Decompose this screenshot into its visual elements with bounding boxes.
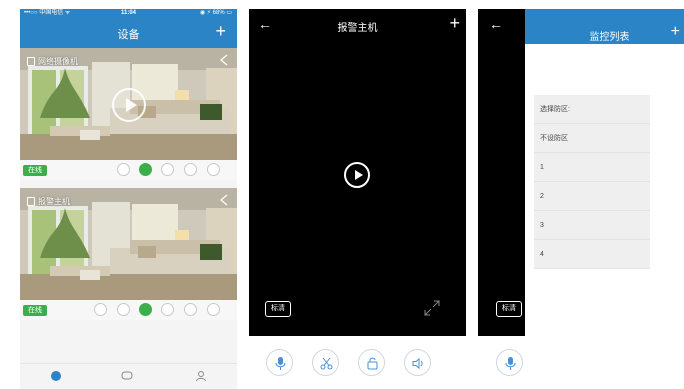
camera-name-text: 报警主机 [38, 197, 70, 206]
quality-toggle[interactable]: 标清 [496, 301, 522, 317]
more-icon[interactable] [207, 303, 220, 316]
microphone-button[interactable] [496, 349, 523, 376]
speaker-button[interactable] [404, 349, 431, 376]
microphone-button[interactable] [266, 349, 293, 376]
battery-status: ◉ ⚡ 68% ▭ [199, 10, 232, 16]
zone-list-header: 选择防区: [534, 95, 650, 124]
more-icon[interactable] [207, 163, 220, 176]
snapshot-button[interactable] [312, 349, 339, 376]
unlock-icon[interactable] [139, 303, 152, 316]
alarm-icon[interactable] [94, 303, 107, 316]
record-icon[interactable] [184, 303, 197, 316]
zone-item[interactable]: 不设防区 [534, 124, 650, 153]
profile-icon[interactable] [195, 370, 207, 382]
unlock-icon[interactable] [139, 163, 152, 176]
control-bar [249, 336, 466, 389]
video-preview-strip: ← 标清 [478, 9, 525, 336]
zone-item[interactable]: 2 [534, 182, 650, 211]
status-bar: •••○○ 中国电信 ᯤ 11:04 ◉ ⚡ 68% ▭ [20, 9, 237, 18]
alarm-host-live-screen: ← 报警主机 + 标清 [249, 9, 466, 389]
unlock-icon [367, 357, 378, 370]
zone-list: 选择防区: 不设防区 1 2 3 4 [534, 95, 650, 269]
mail-icon[interactable] [161, 303, 174, 316]
home-icon[interactable] [50, 370, 62, 382]
play-icon[interactable] [344, 162, 370, 188]
lock-icon[interactable] [117, 163, 130, 176]
device-list-screen: •••○○ 中国电信 ᯤ 11:04 ◉ ⚡ 68% ▭ 设备 + 网络摄像机 … [20, 9, 237, 389]
record-icon[interactable] [184, 163, 197, 176]
back-arrow-icon[interactable]: ← [489, 16, 503, 32]
quality-toggle[interactable]: 标清 [265, 301, 291, 317]
monitor-list-screen: ← 标清 监控列表 + 选择防区: 不设防区 1 2 3 4 [478, 9, 684, 389]
add-device-button[interactable]: + [215, 21, 226, 41]
lock-icon[interactable] [117, 303, 130, 316]
add-button[interactable]: + [671, 23, 680, 41]
share-icon[interactable] [219, 194, 229, 206]
zone-item[interactable]: 1 [534, 153, 650, 182]
camera-name: 网络摄像机 [27, 56, 78, 67]
online-badge: 在线 [23, 305, 47, 316]
speaker-icon [412, 357, 423, 370]
unlock-button[interactable] [358, 349, 385, 376]
play-icon[interactable] [112, 88, 146, 122]
page-title: 报警主机 [337, 23, 378, 34]
nav-bar: 设备 + [20, 18, 237, 48]
fullscreen-icon[interactable] [423, 299, 441, 317]
document-icon [27, 197, 35, 206]
control-bar [478, 336, 525, 389]
document-icon [27, 57, 35, 66]
camera-name: 报警主机 [27, 196, 70, 207]
camera-toolbar: 在线 [20, 160, 237, 180]
microphone-icon [505, 357, 516, 370]
online-badge: 在线 [23, 165, 47, 176]
microphone-icon [275, 357, 286, 370]
page-title: 设备 [117, 29, 140, 41]
camera-name-text: 网络摄像机 [38, 57, 78, 66]
share-icon[interactable] [219, 54, 229, 66]
tab-bar [20, 363, 237, 389]
mail-icon[interactable] [161, 163, 174, 176]
camera-toolbar: 在线 [20, 300, 237, 320]
message-icon[interactable] [121, 370, 133, 382]
scissors-icon [320, 357, 333, 370]
drawer-header: 监控列表 + [525, 9, 684, 44]
add-button[interactable]: + [449, 13, 460, 34]
zone-item[interactable]: 4 [534, 240, 650, 269]
zone-item[interactable]: 3 [534, 211, 650, 240]
drawer-title: 监控列表 [589, 32, 630, 43]
